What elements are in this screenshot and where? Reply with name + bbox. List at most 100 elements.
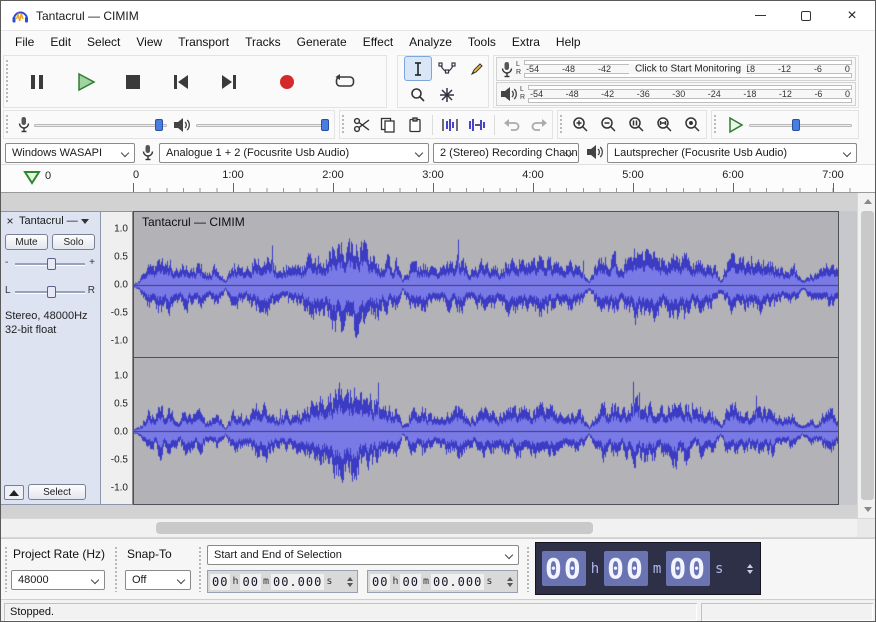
seconds-value[interactable]: 00 [666,551,710,586]
playback-device-select[interactable]: Lautsprecher (Focusrite Usb Audio) [607,143,857,163]
minutes-value[interactable]: 00 [604,551,648,586]
waveform-channel-right[interactable] [134,358,838,504]
menu-item-help[interactable]: Help [548,31,589,53]
vertical-scroll-thumb[interactable] [861,211,874,500]
track-select-button[interactable]: Select [28,484,86,500]
toolbar-grip[interactable] [559,114,564,135]
scroll-down-button[interactable] [858,501,876,518]
minimize-button[interactable] [737,1,783,30]
playback-meter[interactable]: LR -54-48-42-36-30-24-18-12-60 [496,82,856,106]
loop-button[interactable] [322,59,368,105]
close-button[interactable]: × [829,1,875,30]
selection-tool-button[interactable] [404,56,432,81]
mute-button[interactable]: Mute [5,234,48,250]
solo-button[interactable]: Solo [52,234,95,250]
cut-button[interactable] [350,112,374,138]
vertical-scrollbar[interactable] [857,193,876,518]
copy-button[interactable] [376,112,400,138]
snap-to-select[interactable]: Off [125,570,191,590]
hours-value[interactable]: 00 [210,574,230,590]
toolbar-grip[interactable] [341,114,346,135]
draw-tool-button[interactable] [462,56,490,81]
recording-channels-select[interactable]: 2 (Stereo) Recording Channels [433,143,579,163]
play-at-speed-button[interactable] [722,112,748,138]
menu-item-view[interactable]: View [128,31,170,53]
skip-to-end-button[interactable] [206,59,252,105]
silence-audio-button[interactable] [465,112,489,138]
minutes-value[interactable]: 00 [400,574,420,590]
play-button[interactable] [62,59,108,105]
play-head-pin-icon[interactable] [23,171,41,185]
playback-speed-slider[interactable] [749,116,852,134]
slider-thumb[interactable] [155,119,163,131]
slider-thumb[interactable] [792,119,800,131]
fit-selection-button[interactable] [624,112,650,138]
toolbar-grip[interactable] [4,546,9,592]
toolbar-grip[interactable] [198,546,203,592]
menu-item-edit[interactable]: Edit [42,31,79,53]
hours-value[interactable]: 00 [542,551,586,586]
stop-button[interactable] [110,59,156,105]
selection-mode-select[interactable]: Start and End of Selection [207,545,519,565]
track-close-button[interactable]: × [3,214,17,228]
horizontal-scrollbar[interactable] [1,518,876,538]
toolbar-grip[interactable] [114,546,119,592]
slider-thumb[interactable] [47,258,56,270]
menu-item-transport[interactable]: Transport [170,31,237,53]
menu-item-generate[interactable]: Generate [289,31,355,53]
track-name-menu[interactable]: Tantacrul — [19,215,95,227]
recording-device-select[interactable]: Analogue 1 + 2 (Focusrite Usb Audio) [159,143,429,163]
record-button[interactable] [264,59,310,105]
audio-position-display[interactable]: 00h 00m 00s [535,542,761,595]
trim-audio-button[interactable] [438,112,462,138]
toolbar-grip[interactable] [5,59,10,104]
waveform-channel-left[interactable] [134,212,838,358]
vertical-ruler[interactable]: 1.00.50.0-0.5-1.01.00.50.0-0.5-1.0 [101,211,133,505]
menu-item-tracks[interactable]: Tracks [237,31,289,53]
zoom-toggle-button[interactable] [679,112,705,138]
time-spinner[interactable] [344,577,356,587]
toolbar-grip[interactable] [526,546,531,592]
toolbar-grip[interactable] [5,114,10,135]
slider-thumb[interactable] [321,119,329,131]
menu-item-tools[interactable]: Tools [460,31,504,53]
menu-item-select[interactable]: Select [79,31,128,53]
toolbar-grip[interactable] [713,114,718,135]
audio-host-select[interactable]: Windows WASAPI [5,143,135,163]
playback-volume-slider[interactable] [196,116,329,134]
pan-slider[interactable]: L R [3,284,97,300]
horizontal-scroll-thumb[interactable] [156,522,593,534]
selection-start-time[interactable]: 00h 00m 00.000s [207,570,358,593]
project-rate-select[interactable]: 48000 [11,570,105,590]
maximize-button[interactable] [783,1,829,30]
collapse-track-button[interactable] [4,485,24,500]
fit-project-button[interactable] [651,112,677,138]
menu-item-file[interactable]: File [7,31,42,53]
minutes-value[interactable]: 00 [240,574,260,590]
zoom-in-button[interactable] [568,112,594,138]
recording-meter[interactable]: LR -54-48-42-36-30-24-18-12-60 Click to … [496,57,856,81]
zoom-tool-button[interactable] [404,82,432,107]
paste-button[interactable] [403,112,427,138]
hours-value[interactable]: 00 [370,574,390,590]
pause-button[interactable] [14,59,60,105]
menu-item-analyze[interactable]: Analyze [401,31,460,53]
redo-button[interactable] [526,112,550,138]
seconds-value[interactable]: 00.000 [271,574,324,590]
timeline-ruler[interactable]: 0 01:002:003:004:005:006:007:00 [1,165,875,193]
slider-thumb[interactable] [47,286,56,298]
envelope-tool-button[interactable] [433,56,461,81]
monitoring-hint[interactable]: Click to Start Monitoring [629,64,747,75]
audio-clip[interactable]: Tantacrul — CIMIM [133,211,839,505]
multi-tool-button[interactable] [433,82,461,107]
time-spinner[interactable] [504,577,516,587]
menu-item-extra[interactable]: Extra [504,31,548,53]
menu-item-effect[interactable]: Effect [355,31,401,53]
seconds-value[interactable]: 00.000 [431,574,484,590]
time-spinner[interactable] [744,564,756,574]
recording-volume-slider[interactable] [34,116,167,134]
skip-to-start-button[interactable] [158,59,204,105]
scroll-up-button[interactable] [858,193,876,210]
selection-end-time[interactable]: 00h 00m 00.000s [367,570,518,593]
zoom-out-button[interactable] [596,112,622,138]
